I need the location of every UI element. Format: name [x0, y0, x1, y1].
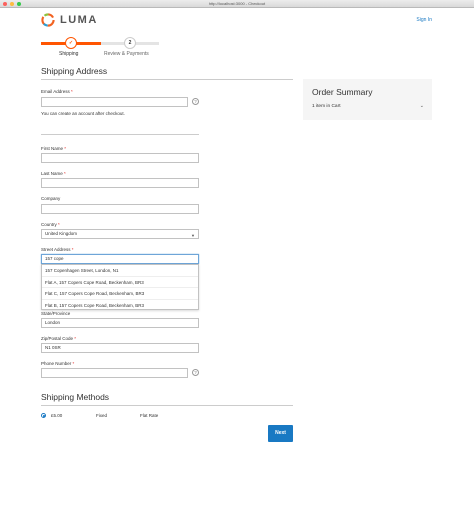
- first-name-field[interactable]: [41, 153, 199, 163]
- next-button[interactable]: Next: [268, 425, 293, 442]
- checkout-progress: ✓ 2 Shipping Review & Payments: [41, 36, 161, 58]
- address-suggestion[interactable]: Flat A, 157 Copers Cope Road, Beckenham,…: [42, 277, 198, 288]
- state-label: State/Province: [41, 311, 71, 316]
- last-name-field[interactable]: [41, 178, 199, 188]
- cart-items-toggle[interactable]: 1 item in Cart: [312, 104, 341, 109]
- address-suggestion[interactable]: Flat B, 157 Copers Cope Road, Beckenham,…: [42, 300, 198, 312]
- step-shipping-check-icon: ✓: [65, 37, 77, 49]
- phone-help-icon[interactable]: ?: [192, 369, 199, 376]
- shipping-address-divider: [41, 79, 293, 80]
- order-summary-title: Order Summary: [312, 87, 373, 97]
- step-review-number[interactable]: 2: [124, 37, 136, 49]
- street-address-field[interactable]: 157 cope: [41, 254, 199, 264]
- order-summary-panel: Order Summary 1 item in Cart ⌄: [303, 79, 432, 120]
- phone-field[interactable]: [41, 368, 188, 378]
- step-shipping-label: Shipping: [59, 51, 79, 57]
- shipping-methods-title: Shipping Methods: [41, 392, 110, 402]
- street-address-label: Street Address *: [41, 247, 74, 252]
- country-value: United Kingdom: [45, 231, 78, 236]
- last-name-label: Last Name *: [41, 171, 66, 176]
- email-divider: [41, 134, 199, 135]
- email-label: Email Address *: [41, 89, 73, 94]
- chevron-down-icon[interactable]: ⌄: [420, 103, 424, 109]
- country-label: Country *: [41, 222, 60, 227]
- shipping-method-price: £5.00: [51, 413, 63, 418]
- window-titlebar: http://localhost:3000 - Checkout: [0, 0, 474, 8]
- phone-label: Phone Number *: [41, 361, 75, 366]
- company-label: Company: [41, 196, 61, 201]
- address-suggestion[interactable]: 157 Copenhagen Street, London, N1: [42, 265, 198, 277]
- email-help-icon[interactable]: ?: [192, 98, 199, 105]
- first-name-label: First Name *: [41, 146, 67, 151]
- shipping-method-radio[interactable]: [41, 413, 46, 418]
- shipping-address-title: Shipping Address: [41, 66, 108, 76]
- state-field[interactable]: London: [41, 318, 199, 328]
- logo-text: LUMA: [60, 14, 98, 26]
- step-review-label[interactable]: Review & Payments: [104, 51, 149, 57]
- email-field[interactable]: [41, 97, 188, 107]
- zip-label: Zip/Postal Code *: [41, 336, 77, 341]
- address-autocomplete-list: 157 Copenhagen Street, London, N1 Flat A…: [41, 264, 199, 310]
- sign-in-link[interactable]: Sign In: [416, 17, 432, 23]
- chevron-down-icon: ▼: [191, 233, 195, 238]
- shipping-methods-divider: [41, 405, 293, 406]
- zip-field[interactable]: N1 0SR: [41, 343, 199, 353]
- country-select[interactable]: United Kingdom ▼: [41, 229, 199, 239]
- shipping-method-name: Fixed: [96, 413, 108, 418]
- window-title: http://localhost:3000 - Checkout: [208, 1, 266, 6]
- luma-logo-icon: [41, 13, 55, 27]
- address-suggestion[interactable]: Flat C, 157 Copers Cope Road, Beckenham,…: [42, 288, 198, 300]
- email-note: You can create an account after checkout…: [41, 111, 125, 116]
- company-field[interactable]: [41, 204, 199, 214]
- luma-logo[interactable]: LUMA: [41, 13, 98, 27]
- shipping-carrier-name: Flat Rate: [140, 413, 159, 418]
